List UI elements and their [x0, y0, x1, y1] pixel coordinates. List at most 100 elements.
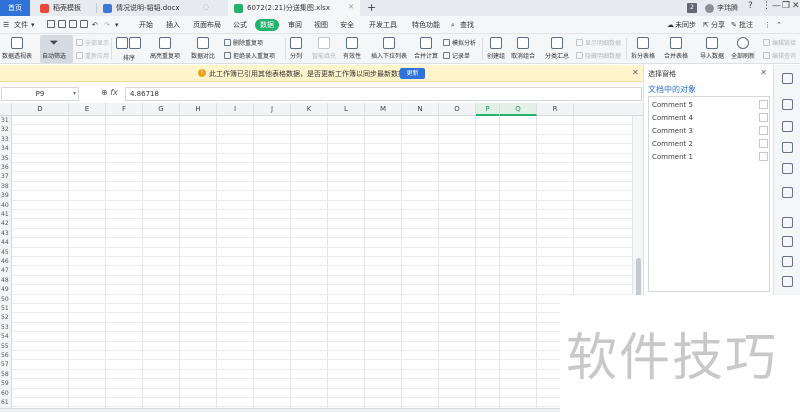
window-close-icon[interactable]: ✕: [792, 1, 800, 11]
row-header[interactable]: 43: [0, 229, 12, 238]
pivot-table-button[interactable]: 数据透视表: [2, 37, 32, 60]
row-header[interactable]: 61: [0, 398, 12, 407]
chevron-down-icon[interactable]: ▾: [73, 88, 76, 100]
visibility-toggle[interactable]: [759, 126, 768, 135]
style-icon[interactable]: [782, 121, 793, 132]
share-icon[interactable]: ⇱: [703, 19, 709, 31]
tab-docer-templates[interactable]: 稻壳模板: [34, 0, 96, 16]
export-icon[interactable]: [782, 236, 793, 247]
visibility-toggle[interactable]: [759, 152, 768, 161]
list-item[interactable]: Comment 5: [652, 101, 693, 109]
close-icon[interactable]: ✕: [632, 68, 639, 77]
menu-data[interactable]: 数据: [255, 19, 279, 31]
import-data-button[interactable]: 导入数据: [700, 37, 724, 60]
scrollbar-thumb[interactable]: [636, 258, 641, 298]
column-header-l[interactable]: L: [328, 103, 365, 116]
row-header[interactable]: 44: [0, 238, 12, 247]
column-header-r[interactable]: R: [537, 103, 574, 116]
smart-fill-button[interactable]: 智能填充: [312, 37, 336, 60]
row-header[interactable]: 50: [0, 295, 12, 304]
print-icon[interactable]: [69, 20, 77, 28]
record-form-button[interactable]: 记录单: [443, 51, 470, 60]
edit-links-button[interactable]: 编辑链接: [763, 38, 796, 47]
hamburger-icon[interactable]: ☰: [3, 19, 9, 31]
row-header[interactable]: 37: [0, 172, 12, 181]
insert-dropdown-button[interactable]: 插入下拉列表: [371, 37, 407, 60]
visibility-toggle[interactable]: [759, 113, 768, 122]
edit-query-button[interactable]: 编辑查询: [763, 51, 796, 60]
filter-icon[interactable]: [782, 187, 793, 198]
column-header-e[interactable]: E: [69, 103, 106, 116]
close-icon[interactable]: ✕: [348, 3, 354, 11]
row-header[interactable]: 53: [0, 323, 12, 332]
image-icon[interactable]: [782, 276, 793, 287]
close-icon[interactable]: ✕: [760, 68, 767, 77]
row-header[interactable]: 33: [0, 135, 12, 144]
reject-duplicates-button[interactable]: 拒绝录入重复项: [224, 51, 275, 60]
sort-az-button[interactable]: [116, 37, 128, 51]
row-header[interactable]: 55: [0, 342, 12, 351]
help-icon[interactable]: ?: [748, 1, 753, 11]
create-group-button[interactable]: 创建组: [487, 37, 505, 60]
menu-formula[interactable]: 公式: [233, 19, 247, 31]
sync-status[interactable]: 未同步: [675, 19, 696, 31]
select-all-corner[interactable]: [0, 103, 12, 116]
column-header-h[interactable]: H: [180, 103, 217, 116]
merge-table-button[interactable]: 合并表格: [664, 37, 688, 60]
row-header[interactable]: 60: [0, 389, 12, 398]
visibility-toggle[interactable]: [759, 100, 768, 109]
copy-icon[interactable]: [782, 217, 793, 228]
list-item[interactable]: Comment 2: [652, 140, 693, 148]
cloud-sync-icon[interactable]: ☁: [667, 19, 674, 31]
menu-insert[interactable]: 插入: [166, 19, 180, 31]
name-box[interactable]: P9 ▾: [1, 87, 79, 101]
row-header[interactable]: 41: [0, 210, 12, 219]
list-item[interactable]: Comment 3: [652, 127, 693, 135]
hide-detail-button[interactable]: 隐藏明细数据: [576, 51, 621, 60]
window-count-badge[interactable]: 2: [687, 3, 697, 13]
autofilter-button[interactable]: ⏷ 自动筛选: [42, 37, 66, 61]
column-header-j[interactable]: J: [254, 103, 291, 116]
menu-security[interactable]: 安全: [340, 19, 354, 31]
fx-icon[interactable]: fx: [110, 88, 118, 97]
row-header[interactable]: 40: [0, 201, 12, 210]
close-icon[interactable]: ◌: [203, 3, 209, 11]
sort-za-button[interactable]: [129, 37, 141, 51]
row-header[interactable]: 45: [0, 248, 12, 257]
validity-button[interactable]: 有效性: [343, 37, 361, 60]
menu-start[interactable]: 开始: [139, 19, 153, 31]
comment-icon[interactable]: ✎: [731, 19, 737, 31]
ungroup-button[interactable]: 取消组合: [511, 37, 535, 60]
row-header[interactable]: 42: [0, 219, 12, 228]
new-tab-button[interactable]: +: [367, 1, 376, 14]
column-header-g[interactable]: G: [143, 103, 180, 116]
simulate-analysis-button[interactable]: 模拟分析: [443, 38, 476, 47]
row-header[interactable]: 48: [0, 276, 12, 285]
row-header[interactable]: 47: [0, 266, 12, 275]
search-label[interactable]: 查找: [460, 19, 474, 31]
highlight-duplicates-button[interactable]: 高亮重复项: [150, 37, 180, 60]
row-header[interactable]: 46: [0, 257, 12, 266]
collapse-ribbon-icon[interactable]: ⌃: [776, 19, 782, 31]
chevron-down-icon[interactable]: ▾: [115, 19, 119, 31]
pointer-icon[interactable]: [782, 73, 793, 84]
menu-developer[interactable]: 开发工具: [369, 19, 397, 31]
comment-button[interactable]: 批注: [739, 19, 753, 31]
row-header[interactable]: 32: [0, 125, 12, 134]
row-header[interactable]: 36: [0, 163, 12, 172]
row-header[interactable]: 51: [0, 304, 12, 313]
column-header-i[interactable]: I: [217, 103, 254, 116]
sort-button[interactable]: 排序: [123, 53, 135, 62]
split-table-button[interactable]: 拆分表格: [631, 37, 655, 60]
chevron-down-icon[interactable]: ▾: [31, 19, 35, 31]
zoom-icon[interactable]: ⊕: [101, 88, 108, 97]
reapply-button[interactable]: 重新应用: [76, 51, 109, 60]
column-header-p[interactable]: P: [476, 103, 500, 116]
minimize-icon[interactable]: —: [772, 1, 781, 11]
row-header[interactable]: 35: [0, 154, 12, 163]
split-column-button[interactable]: 分列: [290, 37, 302, 60]
column-header-k[interactable]: K: [291, 103, 328, 116]
menu-page-layout[interactable]: 页面布局: [193, 19, 221, 31]
column-header-o[interactable]: O: [439, 103, 476, 116]
column-header-q[interactable]: Q: [500, 103, 537, 116]
